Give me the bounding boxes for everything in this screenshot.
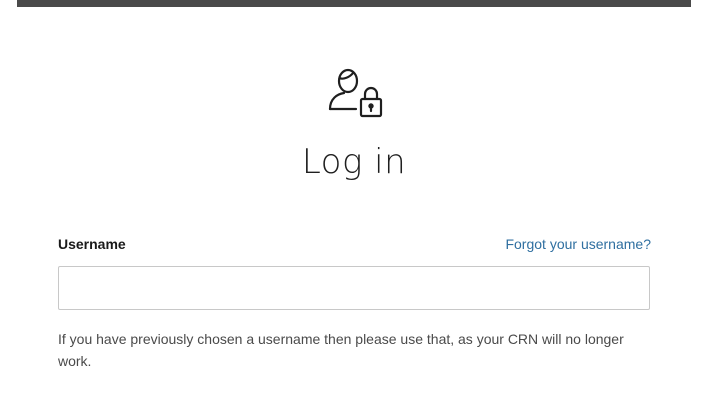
user-lock-icon bbox=[326, 65, 388, 127]
top-border-bar bbox=[17, 0, 691, 7]
username-label: Username bbox=[58, 236, 126, 252]
page-title: Log in bbox=[301, 142, 407, 182]
username-input[interactable] bbox=[58, 266, 650, 310]
login-page: Log in Username Forgot your username? If… bbox=[0, 0, 708, 409]
username-help-text: If you have previously chosen a username… bbox=[58, 331, 624, 369]
forgot-username-link[interactable]: Forgot your username? bbox=[505, 236, 651, 252]
